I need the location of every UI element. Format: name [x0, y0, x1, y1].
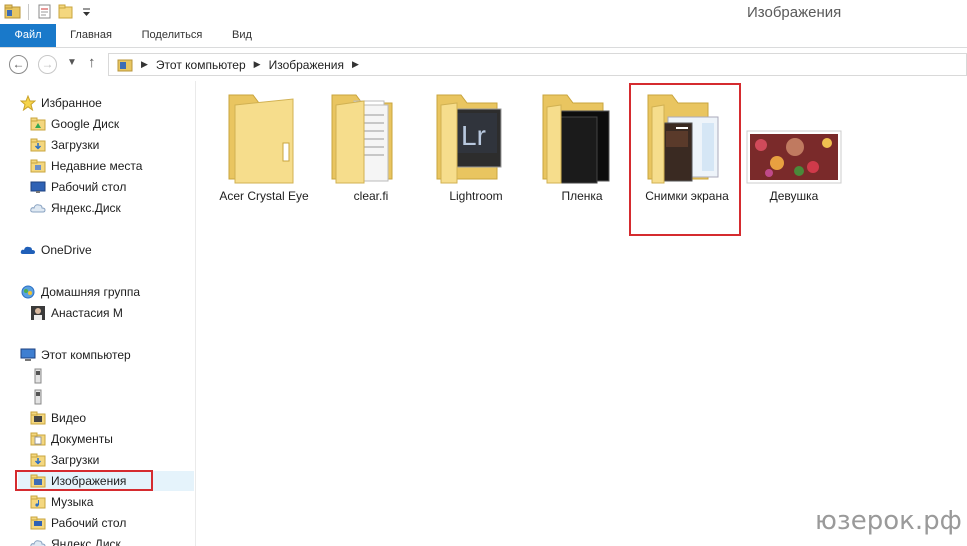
- cloud-icon: [30, 536, 46, 546]
- sidebar-item-google-drive[interactable]: Google Диск: [30, 114, 119, 134]
- sidebar-item-downloads[interactable]: Загрузки: [30, 450, 99, 470]
- folder-item[interactable]: Пленка: [527, 87, 637, 203]
- separator: [28, 3, 29, 20]
- sidebar-item-label: Видео: [51, 411, 87, 425]
- downloads-folder-icon: [30, 452, 46, 468]
- sidebar-item-documents[interactable]: Документы: [30, 429, 113, 449]
- highlight-box: [15, 470, 153, 491]
- sidebar-item-label: Яндекс.Диск: [51, 537, 121, 546]
- sidebar-this-pc[interactable]: Этот компьютер: [20, 345, 131, 365]
- highlight-box: [629, 83, 741, 236]
- sidebar-item-label: Загрузки: [51, 453, 100, 467]
- desktop-folder-icon: [30, 515, 46, 531]
- sidebar-item-drive[interactable]: [30, 387, 51, 407]
- tab-file[interactable]: Файл: [0, 24, 56, 47]
- computer-icon: [20, 347, 36, 363]
- title-bar: Изображения: [0, 0, 967, 24]
- removable-drive-icon: [30, 389, 46, 405]
- sidebar-item-label: Рабочий стол: [51, 180, 127, 194]
- sidebar-item-desktop[interactable]: Рабочий стол: [30, 177, 126, 197]
- sidebar-item-drive[interactable]: [30, 366, 51, 386]
- folder-app-icon[interactable]: [4, 3, 21, 20]
- watermark: юзерок.рф: [815, 506, 962, 536]
- breadcrumb-pictures[interactable]: Изображения: [269, 58, 344, 72]
- sidebar-item-videos[interactable]: Видео: [30, 408, 86, 428]
- sidebar-item-yandex-disk[interactable]: Яндекс.Диск: [30, 198, 121, 218]
- folder-dark-icon: [527, 87, 637, 187]
- sidebar-item-label: Избранное: [41, 96, 102, 110]
- file-name: Пленка: [561, 189, 603, 203]
- breadcrumb-separator-icon[interactable]: ▶: [352, 59, 359, 70]
- videos-folder-icon: [30, 410, 46, 426]
- file-name: Acer Crystal Eye: [219, 189, 309, 203]
- sidebar-item-label: Google Диск: [51, 117, 120, 131]
- folder-item[interactable]: Lr Lightroom: [421, 87, 531, 203]
- forward-button[interactable]: →: [38, 55, 57, 74]
- sidebar-item-label: Загрузки: [51, 138, 100, 152]
- image-thumbnail-icon: [739, 87, 849, 187]
- breadcrumb-separator-icon[interactable]: ▶: [141, 59, 148, 70]
- recent-places-icon: [30, 158, 46, 174]
- folder-item[interactable]: clear.fi: [316, 87, 426, 203]
- folder-icon: [30, 116, 46, 132]
- tab-view[interactable]: Вид: [220, 24, 264, 47]
- cloud-icon: [30, 200, 46, 216]
- file-name: Lightroom: [449, 189, 503, 203]
- sidebar-item-label: Документы: [51, 432, 113, 446]
- onedrive-cloud-icon: [20, 242, 36, 258]
- sidebar-item-desktop[interactable]: Рабочий стол: [30, 513, 126, 533]
- file-name: Девушка: [769, 189, 819, 203]
- avatar: [30, 305, 46, 321]
- sidebar-homegroup[interactable]: Домашняя группа: [20, 282, 140, 302]
- properties-icon[interactable]: [36, 3, 53, 20]
- image-item[interactable]: Девушка: [739, 87, 849, 203]
- sidebar-item-label: Анастасия М: [51, 306, 123, 320]
- address-bar[interactable]: ▶ Этот компьютер ▶ Изображения ▶: [108, 53, 967, 76]
- folder-documents-icon: [316, 87, 426, 187]
- customize-toolbar-icon[interactable]: [78, 3, 95, 20]
- window-title: Изображения: [747, 4, 842, 21]
- breadcrumb-separator-icon[interactable]: ▶: [254, 59, 261, 70]
- sidebar-item-label: Домашняя группа: [41, 285, 141, 299]
- sidebar-item-music[interactable]: Музыка: [30, 492, 93, 512]
- up-arrow-icon[interactable]: ↑: [88, 54, 96, 71]
- sidebar-item-user[interactable]: Анастасия М: [30, 303, 123, 323]
- tab-share[interactable]: Поделиться: [130, 24, 214, 47]
- file-name: clear.fi: [353, 189, 389, 203]
- sidebar-item-label: Недавние места: [51, 159, 143, 173]
- recent-locations-chevron-icon[interactable]: ▼: [67, 57, 77, 68]
- back-button[interactable]: ←: [9, 55, 28, 74]
- quick-access-toolbar: [4, 3, 95, 20]
- folder-icon: [209, 87, 319, 187]
- sidebar-item-label: OneDrive: [41, 243, 92, 257]
- address-row: ← → ▼ ↑ ▶ Этот компьютер ▶ Изображения ▶: [0, 49, 967, 80]
- homegroup-icon: [20, 284, 36, 300]
- new-folder-icon[interactable]: [57, 3, 74, 20]
- documents-folder-icon: [30, 431, 46, 447]
- sidebar-item-downloads[interactable]: Загрузки: [30, 135, 99, 155]
- sidebar-item-label: Музыка: [51, 495, 94, 509]
- sidebar-item-label: Яндекс.Диск: [51, 201, 121, 215]
- sidebar-item-recent-places[interactable]: Недавние места: [30, 156, 142, 176]
- sidebar-item-label: Этот компьютер: [41, 348, 131, 362]
- music-folder-icon: [30, 494, 46, 510]
- sidebar-item-label: Рабочий стол: [51, 516, 127, 530]
- sidebar-onedrive[interactable]: OneDrive: [20, 240, 92, 260]
- removable-drive-icon: [30, 368, 46, 384]
- ribbon: Файл Главная Поделиться Вид: [0, 24, 967, 48]
- folder-lightroom-icon: Lr: [421, 87, 531, 187]
- desktop-icon: [30, 179, 46, 195]
- pictures-library-icon: [117, 57, 133, 73]
- star-icon: [19, 94, 37, 112]
- tab-home[interactable]: Главная: [60, 24, 122, 47]
- folder-item[interactable]: Acer Crystal Eye: [209, 87, 319, 203]
- sidebar-item-yandex-disk[interactable]: Яндекс.Диск: [30, 534, 121, 546]
- sidebar-favorites[interactable]: Избранное: [19, 93, 102, 113]
- downloads-folder-icon: [30, 137, 46, 153]
- svg-text:Lr: Lr: [461, 120, 486, 151]
- breadcrumb-this-pc[interactable]: Этот компьютер: [156, 58, 246, 72]
